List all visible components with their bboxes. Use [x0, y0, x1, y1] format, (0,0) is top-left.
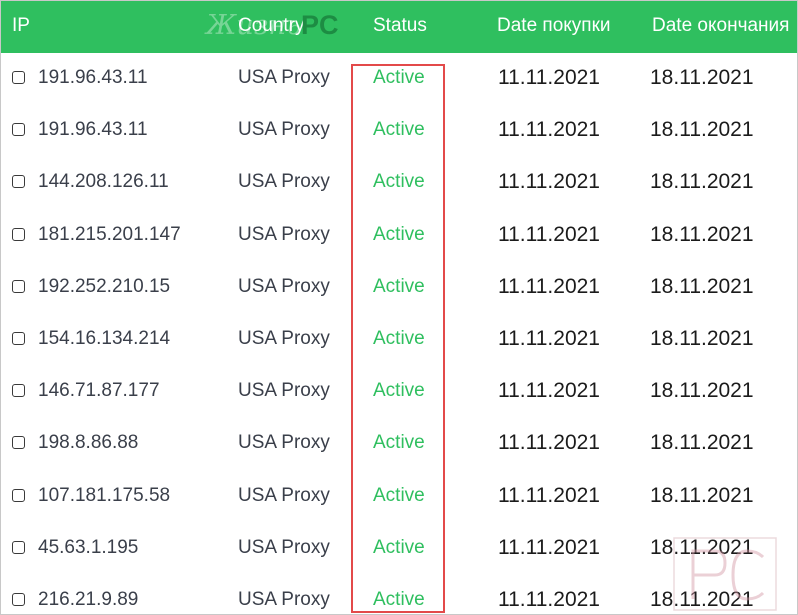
- row-checkbox-icon[interactable]: [12, 331, 25, 345]
- row-checkbox-icon[interactable]: [12, 592, 25, 606]
- proxy-list-panel: IP Country Status Date покупки Date окон…: [0, 0, 798, 615]
- table-row[interactable]: 191.96.43.11 USA Proxy Active 11.11.2021 18.…: [1, 105, 797, 157]
- row-checkbox-icon[interactable]: [12, 488, 25, 502]
- ip-cell: 191.96.43.11: [38, 67, 148, 88]
- status-cell: Active: [373, 588, 425, 610]
- row-checkbox-icon[interactable]: [12, 175, 25, 189]
- date-end-cell: 18.11.2021: [650, 222, 754, 246]
- table-row[interactable]: 144.208.126.11 USA Proxy Active 11.11.2021 1…: [1, 157, 797, 209]
- country-cell: USA Proxy: [238, 484, 330, 506]
- ip-cell: 45.63.1.195: [38, 536, 139, 558]
- watermark-pc: PC: [300, 10, 339, 40]
- ip-cell: 192.252.210.15: [38, 275, 171, 297]
- date-buy-cell: 11.11.2021: [498, 274, 600, 298]
- status-cell: Active: [373, 67, 425, 88]
- date-end-cell: 18.11.2021: [650, 587, 754, 611]
- column-header-date-buy[interactable]: Date покупки: [497, 1, 611, 53]
- date-buy-cell: 11.11.2021: [498, 483, 600, 507]
- country-cell: USA Proxy: [238, 275, 330, 297]
- status-cell: Active: [373, 536, 425, 558]
- date-buy-cell: 11.11.2021: [498, 222, 600, 246]
- row-checkbox-icon[interactable]: [12, 123, 25, 137]
- date-end-cell: 18.11.2021: [650, 274, 754, 298]
- table-row[interactable]: 146.71.87.177 USA Proxy Active 11.11.2021 18…: [1, 366, 797, 418]
- table-row[interactable]: 198.8.86.88 USA Proxy Active 11.11.2021 18.1…: [1, 418, 797, 470]
- status-cell: Active: [373, 275, 425, 297]
- country-cell: USA Proxy: [238, 588, 330, 610]
- status-cell: Active: [373, 380, 425, 402]
- date-end-cell: 18.11.2021: [650, 326, 754, 350]
- country-cell: USA Proxy: [238, 432, 330, 454]
- table-row[interactable]: 191.96.43.11 USA Proxy Active 11.11.2021 18.…: [1, 53, 797, 105]
- column-header-status[interactable]: Status: [373, 1, 427, 53]
- column-header-ip[interactable]: IP: [12, 1, 30, 53]
- ip-cell: 181.215.201.147: [38, 223, 181, 245]
- status-cell: Active: [373, 119, 425, 141]
- date-buy-cell: 11.11.2021: [498, 379, 600, 403]
- date-buy-cell: 11.11.2021: [498, 66, 600, 89]
- date-buy-cell: 11.11.2021: [498, 587, 600, 611]
- date-buy-cell: 11.11.2021: [498, 118, 600, 142]
- date-buy-cell: 11.11.2021: [498, 326, 600, 350]
- table-body: 191.96.43.11 USA Proxy Active 11.11.2021 18.…: [1, 53, 797, 614]
- row-checkbox-icon[interactable]: [12, 227, 25, 241]
- country-cell: USA Proxy: [238, 536, 330, 558]
- date-buy-cell: 11.11.2021: [498, 431, 600, 455]
- date-end-cell: 18.11.2021: [650, 483, 754, 507]
- ip-cell: 144.208.126.11: [38, 171, 169, 193]
- country-cell: USA Proxy: [238, 119, 330, 141]
- ip-cell: 107.181.175.58: [38, 484, 171, 506]
- column-header-date-end[interactable]: Date окончания: [652, 1, 789, 53]
- date-buy-cell: 11.11.2021: [498, 535, 600, 559]
- date-buy-cell: 11.11.2021: [498, 170, 600, 194]
- ip-cell: 154.16.134.214: [38, 327, 171, 349]
- date-end-cell: 18.11.2021: [650, 118, 754, 142]
- status-cell: Active: [373, 171, 425, 193]
- table-header: IP Country Status Date покупки Date окон…: [1, 1, 797, 53]
- status-cell: Active: [373, 327, 425, 349]
- row-checkbox-icon[interactable]: [12, 71, 25, 84]
- country-cell: USA Proxy: [238, 223, 330, 245]
- country-cell: USA Proxy: [238, 171, 330, 193]
- date-end-cell: 18.11.2021: [650, 535, 754, 559]
- row-checkbox-icon[interactable]: [12, 279, 25, 293]
- ip-cell: 216.21.9.89: [38, 588, 139, 610]
- table-row[interactable]: 181.215.201.147 USA Proxy Active 11.11.2021…: [1, 210, 797, 262]
- ip-cell: 191.96.43.11: [38, 119, 148, 141]
- row-checkbox-icon[interactable]: [12, 436, 25, 450]
- table-row[interactable]: 192.252.210.15 USA Proxy Active 11.11.2021 1…: [1, 262, 797, 314]
- table-row[interactable]: 107.181.175.58 USA Proxy Active 11.11.2021 1…: [1, 471, 797, 523]
- table-row[interactable]: 216.21.9.89 USA Proxy Active 11.11.2021 18.1…: [1, 575, 797, 614]
- date-end-cell: 18.11.2021: [650, 431, 754, 455]
- table-row[interactable]: 45.63.1.195 USA Proxy Active 11.11.2021 18.1…: [1, 523, 797, 575]
- date-end-cell: 18.11.2021: [650, 66, 754, 89]
- date-end-cell: 18.11.2021: [650, 170, 754, 194]
- date-end-cell: 18.11.2021: [650, 379, 754, 403]
- country-cell: USA Proxy: [238, 380, 330, 402]
- table-row[interactable]: 154.16.134.214 USA Proxy Active 11.11.2021 1…: [1, 314, 797, 366]
- status-cell: Active: [373, 484, 425, 506]
- ip-cell: 146.71.87.177: [38, 380, 160, 402]
- status-cell: Active: [373, 432, 425, 454]
- watermark-logo: ЖизньPC: [206, 5, 338, 45]
- country-cell: USA Proxy: [238, 327, 330, 349]
- row-checkbox-icon[interactable]: [12, 540, 25, 554]
- country-cell: USA Proxy: [238, 67, 330, 88]
- status-cell: Active: [373, 223, 425, 245]
- row-checkbox-icon[interactable]: [12, 384, 25, 398]
- ip-cell: 198.8.86.88: [38, 432, 139, 454]
- watermark-script: Жизнь: [206, 10, 301, 41]
